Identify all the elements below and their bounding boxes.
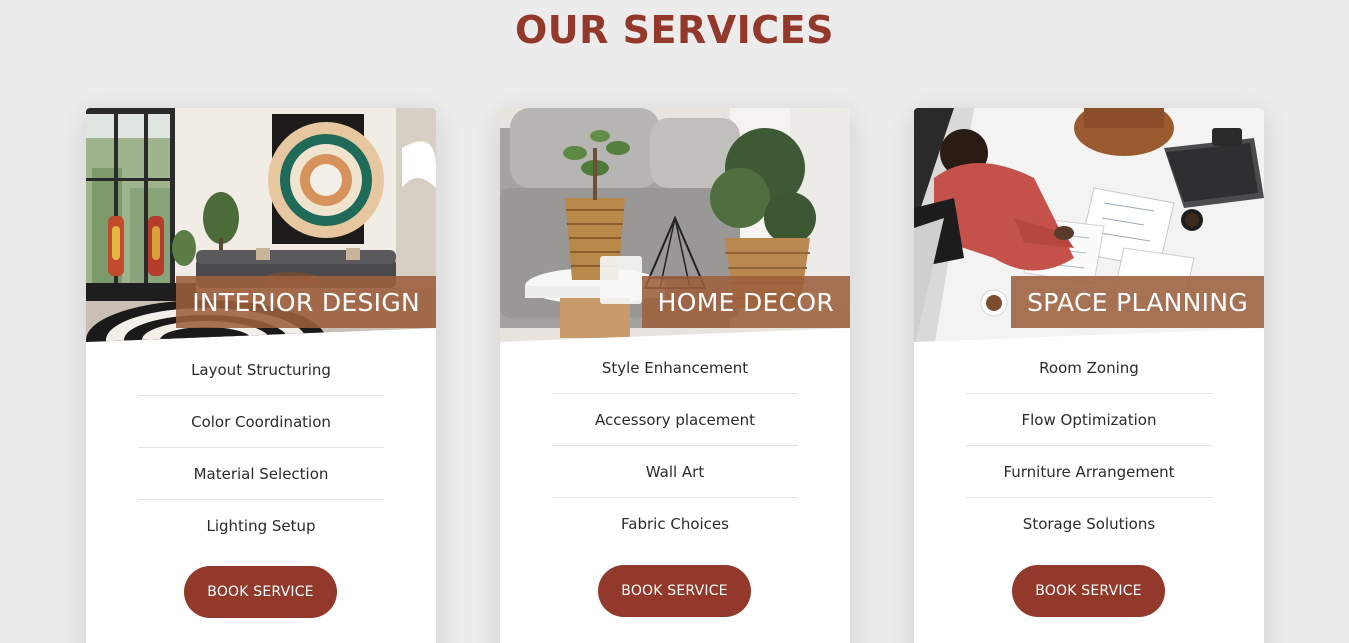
card-title: HOME DECOR	[641, 276, 850, 328]
list-item: Material Selection	[138, 448, 384, 500]
service-card-space-planning: SPACE PLANNING Room Zoning Flow Optimiza…	[914, 108, 1264, 643]
list-item: Fabric Choices	[621, 515, 729, 533]
list-item: Flow Optimization	[966, 394, 1212, 446]
card-title: SPACE PLANNING	[1011, 276, 1264, 328]
book-service-button[interactable]: BOOK SERVICE	[598, 565, 751, 617]
list-item: Storage Solutions	[1022, 515, 1156, 533]
book-service-button[interactable]: BOOK SERVICE	[184, 566, 337, 618]
card-title: INTERIOR DESIGN	[176, 276, 436, 328]
list-item: Accessory placement	[552, 394, 798, 446]
list-item: Layout Structuring	[138, 344, 384, 396]
services-section: OUR SERVICES INTERIOR DESIGN Layout Stru…	[0, 0, 1349, 643]
list-item: Color Coordination	[138, 396, 384, 448]
list-item: Room Zoning	[966, 342, 1212, 394]
list-item: Furniture Arrangement	[966, 446, 1212, 498]
list-item: Lighting Setup	[206, 517, 316, 535]
service-card-home-decor: HOME DECOR Style Enhancement Accessory p…	[500, 108, 850, 643]
service-card-interior-design: INTERIOR DESIGN Layout Structuring Color…	[86, 108, 436, 643]
feature-list: Layout Structuring Color Coordination Ma…	[138, 344, 384, 552]
list-item: Wall Art	[552, 446, 798, 498]
book-service-button[interactable]: BOOK SERVICE	[1012, 565, 1165, 617]
feature-list: Room Zoning Flow Optimization Furniture …	[966, 342, 1212, 550]
feature-list: Style Enhancement Accessory placement Wa…	[552, 342, 798, 550]
section-title: OUR SERVICES	[515, 8, 834, 52]
list-item: Style Enhancement	[552, 342, 798, 394]
